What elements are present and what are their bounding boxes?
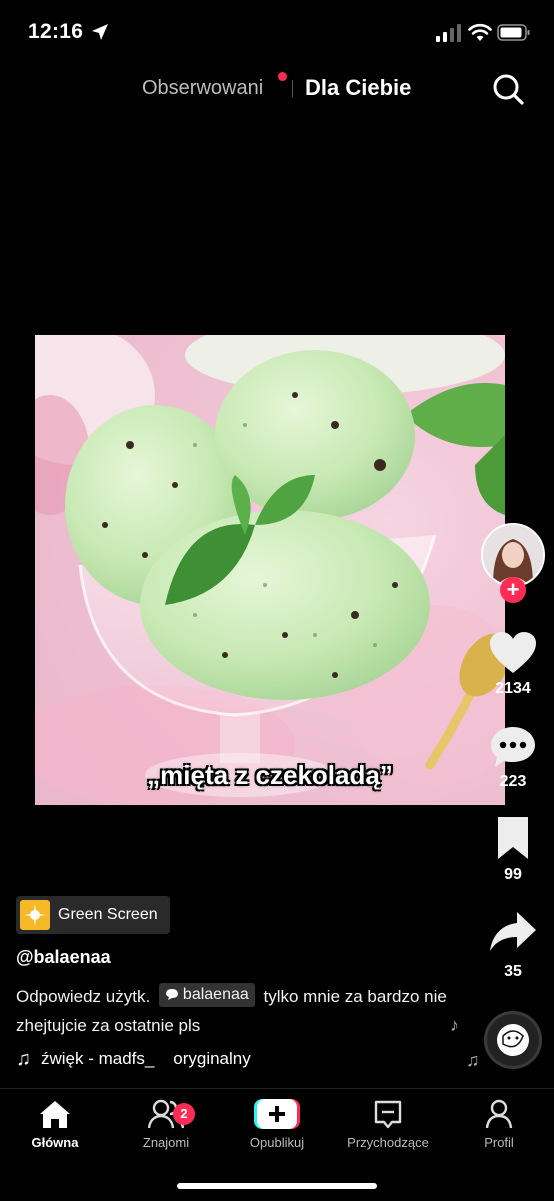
battery-icon (497, 24, 530, 41)
nav-post-label: Opublikuj (249, 1135, 305, 1150)
location-arrow-icon (92, 24, 108, 40)
music-note-icon: ♫ (466, 1050, 480, 1070)
inbox-icon (374, 1100, 402, 1129)
heart-icon[interactable] (489, 631, 537, 675)
nav-home-label: Główna (31, 1135, 79, 1150)
video-player[interactable]: „mięta z czekoladą” (35, 335, 505, 805)
nav-inbox[interactable]: Przychodzące (333, 1099, 443, 1150)
chat-bubble-icon (165, 989, 178, 1000)
effect-label: Green Screen (58, 906, 158, 923)
nav-friends[interactable]: 2 Znajomi (111, 1099, 221, 1150)
nav-post[interactable]: Opublikuj (222, 1099, 332, 1150)
mention-chip[interactable]: balaenaa (158, 982, 255, 1007)
effect-icon (20, 900, 50, 930)
wifi-icon (468, 23, 492, 41)
nav-profile[interactable]: Profil (444, 1099, 554, 1150)
creator-username[interactable]: @balaenaa (16, 947, 111, 968)
profile-icon (485, 1099, 513, 1129)
save-count: 99 (504, 866, 522, 883)
effect-chip[interactable]: Green Screen (16, 896, 170, 934)
nav-profile-label: Profil (484, 1135, 514, 1150)
music-disc[interactable] (484, 1011, 542, 1069)
description-prefix: Odpowiedz użytk. (16, 987, 151, 1006)
home-icon (40, 1101, 70, 1128)
nav-inbox-label: Przychodzące (347, 1135, 429, 1150)
mention-label: balaenaa (182, 986, 249, 1003)
search-icon[interactable] (491, 72, 525, 106)
tab-divider (292, 80, 293, 97)
share-icon[interactable] (489, 910, 537, 954)
share-count: 35 (504, 963, 522, 980)
music-row[interactable]: ♫ źwięk - madfs_ oryginalny (16, 1047, 296, 1071)
cellular-signal-icon (436, 24, 461, 42)
music-text: źwięk - madfs_ oryginalny (41, 1049, 251, 1068)
following-notification-dot (278, 72, 287, 81)
create-plus-icon (254, 1099, 300, 1129)
bookmark-icon[interactable] (489, 816, 537, 860)
like-count: 2134 (495, 680, 531, 697)
friends-badge: 2 (173, 1103, 195, 1125)
avatar-image (483, 525, 543, 585)
music-note-icon: ♫ (16, 1047, 31, 1070)
video-caption: „mięta z czekoladą” (147, 760, 393, 790)
tab-following[interactable]: Obserwowani (142, 77, 263, 100)
follow-plus-button[interactable]: + (500, 577, 526, 603)
nav-home[interactable]: Główna (0, 1099, 110, 1150)
nav-friends-label: Znajomi (142, 1135, 190, 1150)
home-indicator[interactable] (177, 1183, 377, 1189)
comment-count: 223 (499, 773, 527, 790)
comment-icon[interactable] (489, 725, 537, 769)
tab-for-you[interactable]: Dla Ciebie (305, 75, 411, 101)
ice-cream-image (35, 335, 505, 805)
status-time: 12:16 (28, 20, 84, 43)
post-description: Odpowiedz użytk. balaenaa tylko mnie za … (16, 982, 456, 1040)
sound-cover-icon (497, 1024, 529, 1056)
